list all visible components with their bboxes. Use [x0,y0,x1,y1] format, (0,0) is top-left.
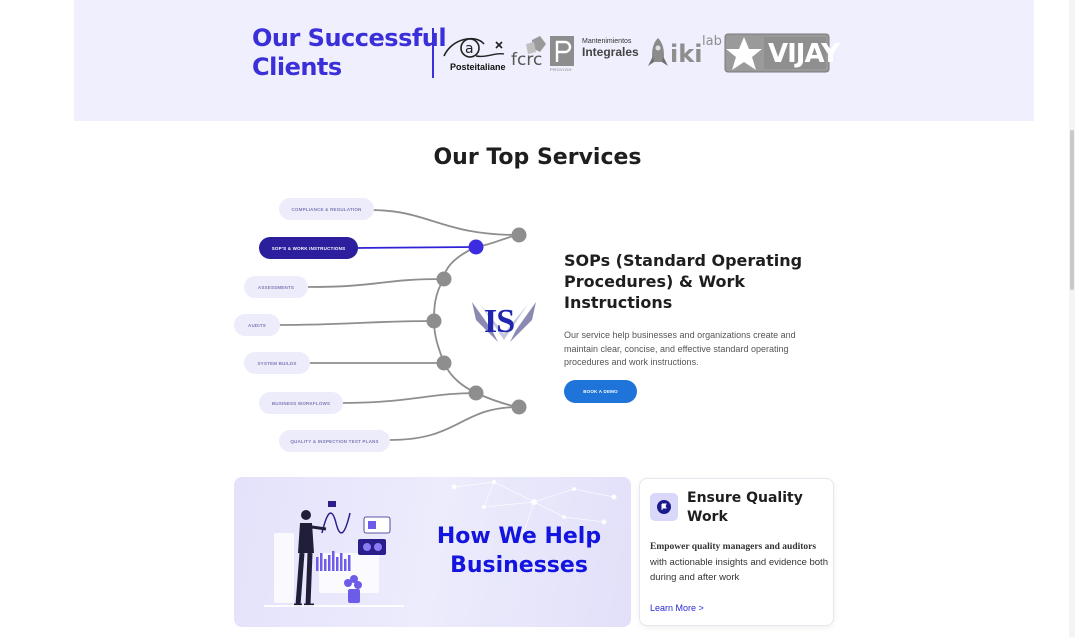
business-analyst-illustration [264,493,404,613]
help-title-line1: How We Help [436,524,602,549]
provigh-text: PROVIGH [550,67,572,72]
ensure-quality-card[interactable]: Ensure Quality Work Empower quality mana… [639,478,834,626]
page: Our Successful Clients a Posteitaliane f… [0,0,1075,637]
svg-text:a: a [465,41,474,57]
learn-more-link[interactable]: Learn More > [650,603,704,613]
fcrc-text: fcrc [511,50,543,70]
is-logo-text: IS [484,303,515,340]
ensure-quality-title: Ensure Quality Work [687,490,803,525]
help-title-line2: Businesses [450,553,588,578]
service-description: Our service help businesses and organiza… [564,330,796,367]
pill-sops[interactable]: SOP's & Work Instructions [259,237,358,259]
poste-italiane-logo: a Posteitaliane [440,34,508,76]
pill-audits[interactable]: Audits [234,314,280,336]
scrollbar[interactable] [1069,0,1075,637]
flag-icon [650,493,678,521]
services-diagram: Compliance & Regulation SOP's & Work Ins… [230,190,550,460]
clients-section: Our Successful Clients a Posteitaliane f… [74,0,1034,121]
mant-line2: Integrales [582,45,639,59]
pill-system-builds[interactable]: System Builds [244,352,310,374]
ensure-quality-description: Empower quality managers and auditors wi… [650,539,830,585]
service-heading: SOPs (Standard Operating Procedures) & W… [564,251,803,312]
quality-desc-first: Empower quality managers and auditors [650,542,817,552]
how-we-help-title: How We Help Businesses [434,522,604,580]
pill-compliance[interactable]: Compliance & Regulation [279,198,374,220]
clients-divider [432,28,434,78]
services-title: Our Top Services [433,145,642,170]
mantenimientos-logo: Mantenimientos Integrales [582,38,652,64]
clients-title-line1: Our Successful [252,24,447,52]
aiki-text: iki [670,40,703,68]
aiki-lab-logo: iki lab [644,34,724,74]
vijay-text: VIJAY [768,39,840,69]
pill-quality-inspection[interactable]: Quality & Inspection Test Plans [279,430,390,452]
vijay-logo: VIJAY [724,33,840,73]
pill-assessments[interactable]: Assessments [244,276,308,298]
scrollbar-thumb[interactable] [1070,130,1074,290]
quality-desc-rest: with actionable insights and evidence bo… [650,557,828,583]
clients-title-line2: Clients [252,53,342,81]
fcrc-logo: fcrc PROVIGH [510,34,576,74]
is-logo: IS [470,300,538,344]
how-we-help-card[interactable]: How We Help Businesses [234,477,631,627]
mant-line1: Mantenimientos [582,38,632,45]
clients-title: Our Successful Clients [252,24,447,82]
aiki-lab-text: lab [702,34,722,49]
poste-text: Posteitaliane [450,62,506,72]
book-demo-button[interactable]: Book a Demo [564,380,637,403]
pill-business-workflows[interactable]: Business Workflows [259,392,343,414]
